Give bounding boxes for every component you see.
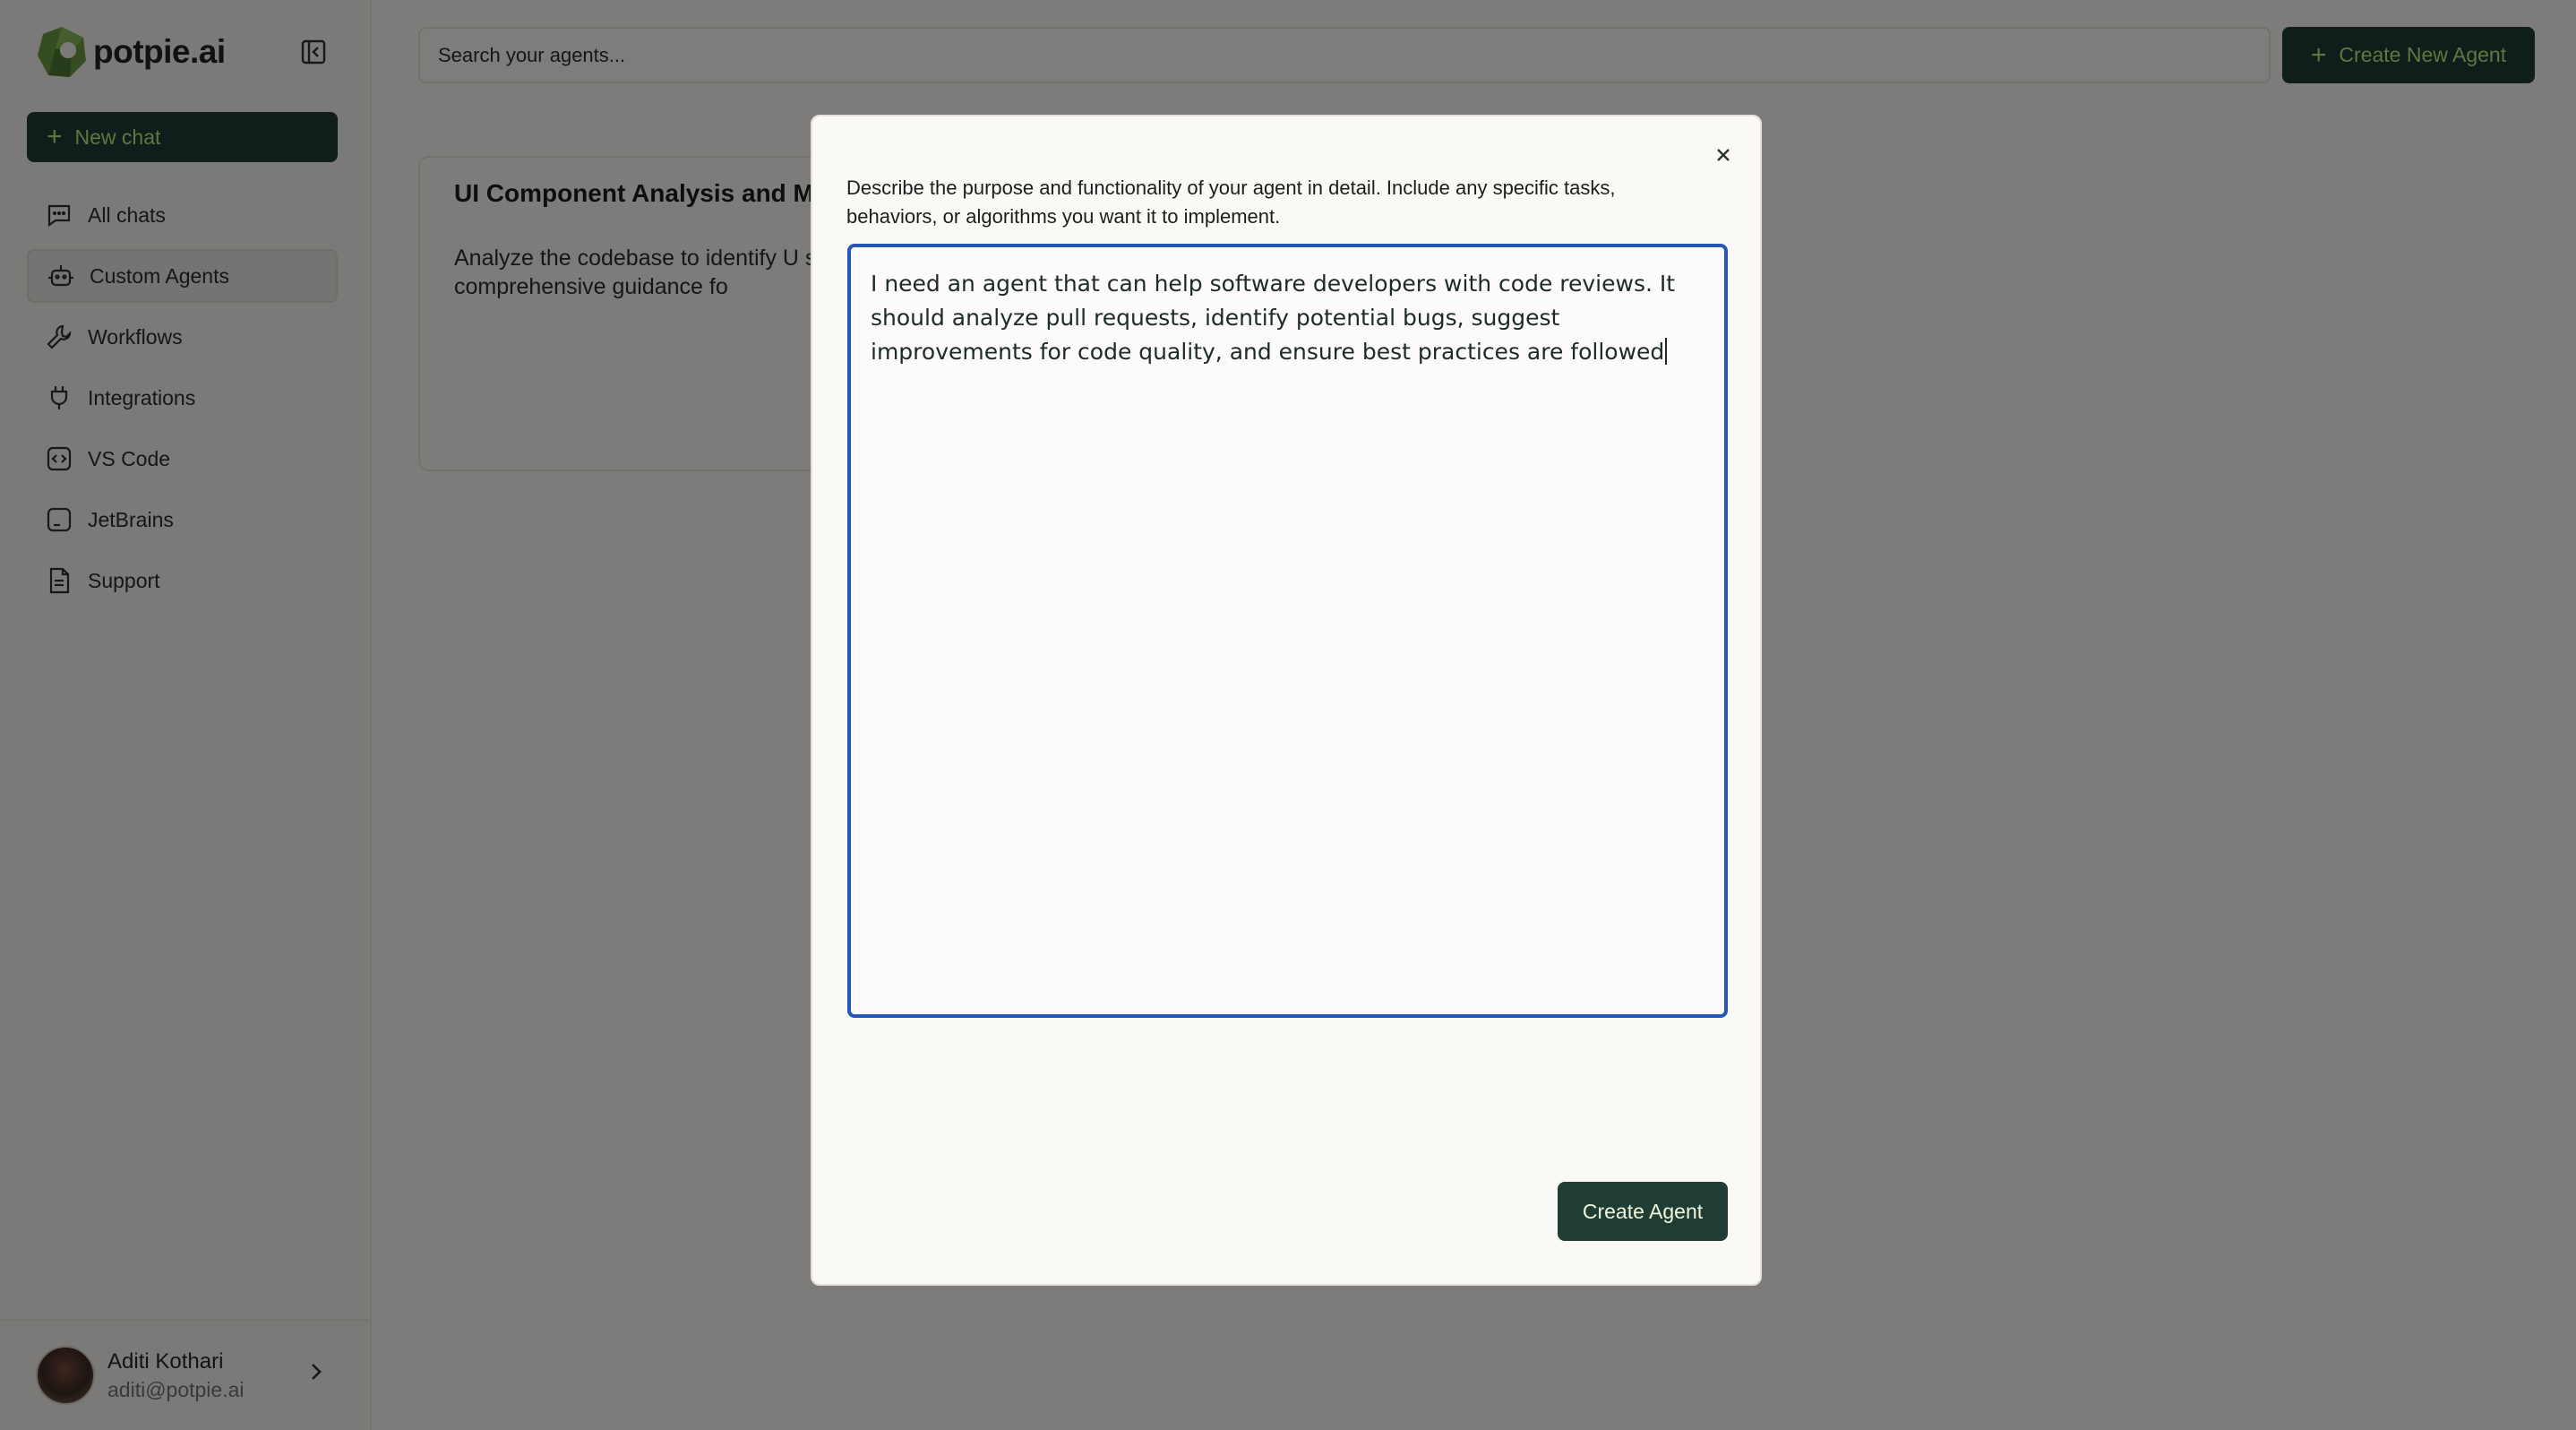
create-agent-button[interactable]: Create Agent bbox=[1558, 1182, 1728, 1241]
text-caret bbox=[1665, 338, 1668, 365]
textarea-value: I need an agent that can help software d… bbox=[871, 271, 1676, 365]
close-icon[interactable] bbox=[1708, 140, 1739, 170]
agent-description-textarea[interactable]: I need an agent that can help software d… bbox=[847, 244, 1728, 1018]
create-agent-dialog: Describe the purpose and functionality o… bbox=[811, 115, 1762, 1286]
create-agent-label: Create Agent bbox=[1582, 1199, 1704, 1223]
dialog-description: Describe the purpose and functionality o… bbox=[846, 177, 1616, 228]
